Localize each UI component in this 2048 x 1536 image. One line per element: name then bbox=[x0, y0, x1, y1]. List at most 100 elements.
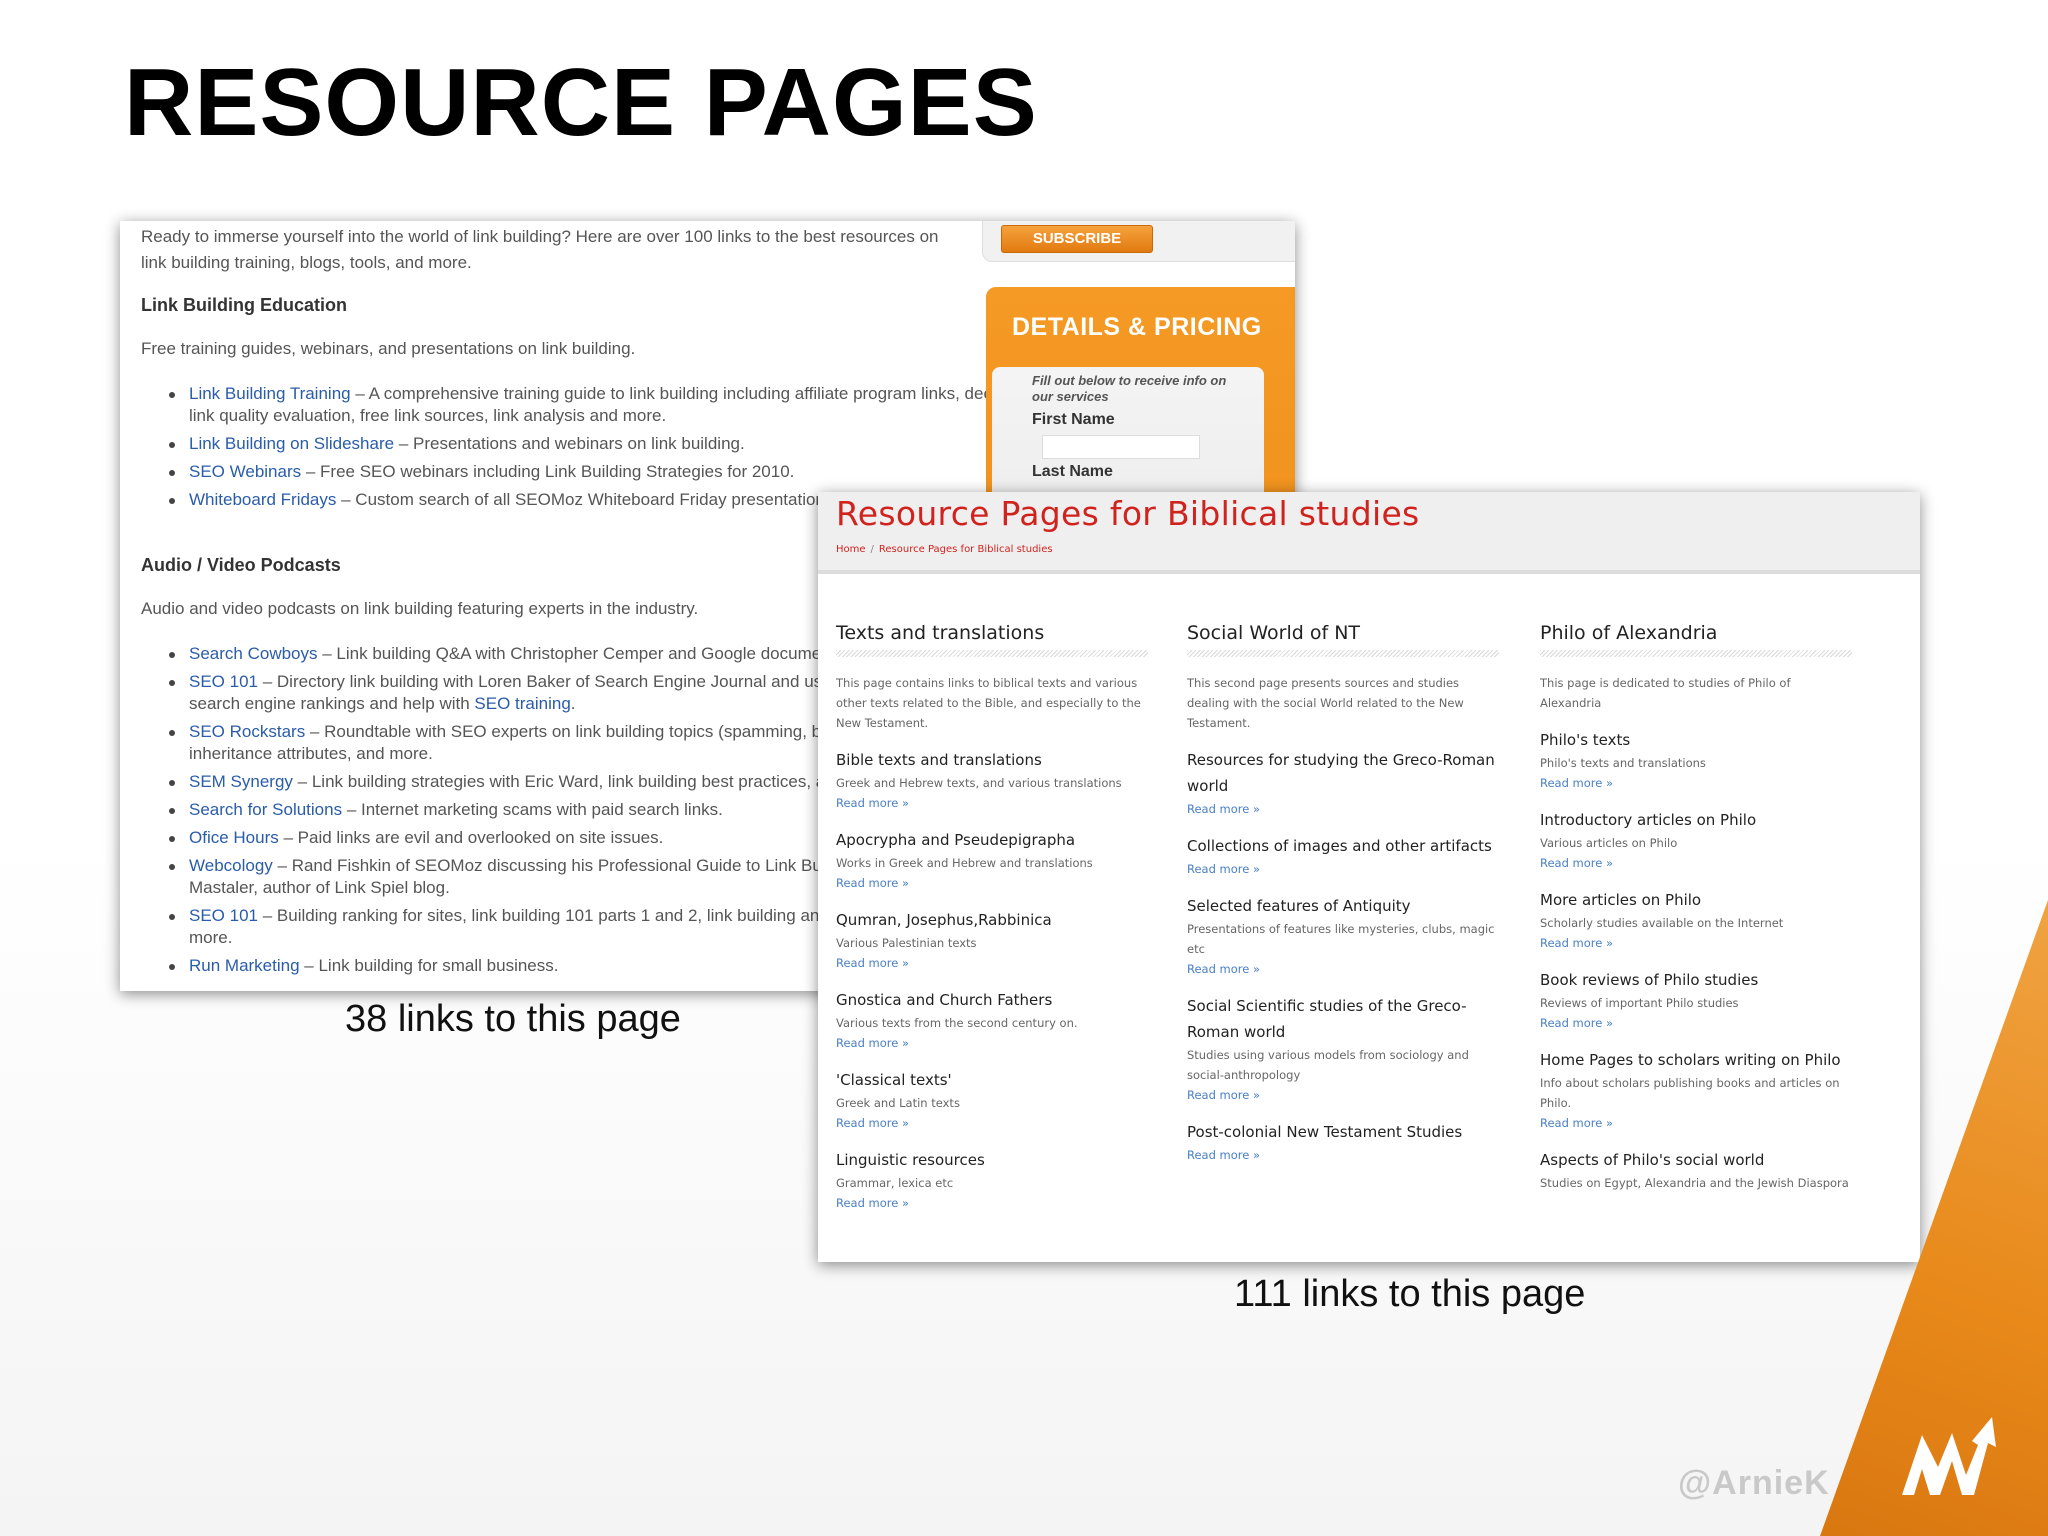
resource-item: Resources for studying the Greco-Roman w… bbox=[1187, 747, 1499, 819]
resource-title[interactable]: Social Scientific studies of the Greco-R… bbox=[1187, 993, 1499, 1045]
resource-title[interactable]: Resources for studying the Greco-Roman w… bbox=[1187, 747, 1499, 799]
resource-description: Presentations of features like mysteries… bbox=[1187, 922, 1495, 956]
caption-right: 111 links to this page bbox=[1234, 1273, 1586, 1315]
page-header: Resource Pages for Biblical studies Home… bbox=[818, 492, 1920, 574]
resource-description: Reviews of important Philo studies bbox=[1540, 996, 1739, 1010]
read-more-link[interactable]: Read more » bbox=[1187, 1085, 1499, 1105]
resource-title[interactable]: Apocrypha and Pseudepigrapha bbox=[836, 827, 1148, 853]
resource-title[interactable]: Gnostica and Church Fathers bbox=[836, 987, 1148, 1013]
resource-title[interactable]: 'Classical texts' bbox=[836, 1067, 1148, 1093]
resource-title[interactable]: Philo's texts bbox=[1540, 727, 1852, 753]
resource-title[interactable]: Book reviews of Philo studies bbox=[1540, 967, 1852, 993]
column-divider bbox=[1187, 650, 1499, 657]
resource-link[interactable]: Search Cowboys bbox=[189, 644, 318, 663]
read-more-link[interactable]: Read more » bbox=[1187, 1145, 1499, 1165]
column-heading: Texts and translations bbox=[836, 622, 1045, 644]
resource-link[interactable]: Link Building Training bbox=[189, 384, 351, 403]
resource-title[interactable]: Introductory articles on Philo bbox=[1540, 807, 1852, 833]
read-more-link[interactable]: Read more » bbox=[836, 793, 1148, 813]
resource-title[interactable]: Linguistic resources bbox=[836, 1147, 1148, 1173]
subscribe-button[interactable]: SUBSCRIBE bbox=[1001, 225, 1153, 253]
resource-title[interactable]: More articles on Philo bbox=[1540, 887, 1852, 913]
resource-item: Home Pages to scholars writing on Philo I… bbox=[1540, 1047, 1852, 1133]
resource-item: Collections of images and other artifact… bbox=[1187, 833, 1499, 879]
list-item: Link Building Training – A comprehensive… bbox=[169, 383, 1069, 427]
item-text: . bbox=[570, 694, 576, 713]
resource-item: More articles on Philo Scholarly studies … bbox=[1540, 887, 1852, 953]
seo-training-link[interactable]: SEO training bbox=[474, 694, 570, 713]
breadcrumb-home[interactable]: Home bbox=[836, 544, 866, 555]
read-more-link[interactable]: Read more » bbox=[1540, 773, 1852, 793]
pricing-title: DETAILS & PRICING bbox=[1012, 313, 1262, 341]
read-more-link[interactable]: Read more » bbox=[836, 1113, 1148, 1133]
item-text: – Paid links are evil and overlooked on … bbox=[278, 828, 664, 847]
resource-description: Works in Greek and Hebrew and translatio… bbox=[836, 856, 1093, 870]
read-more-link[interactable]: Read more » bbox=[836, 1193, 1148, 1213]
breadcrumb-separator: / bbox=[870, 544, 874, 555]
breadcrumb: Home / Resource Pages for Biblical studies bbox=[836, 544, 1053, 555]
resource-link[interactable]: Search for Solutions bbox=[189, 800, 342, 819]
first-name-label: First Name bbox=[1032, 411, 1115, 428]
resource-item: Philo's texts Philo's texts and translati… bbox=[1540, 727, 1852, 793]
slide-title: RESOURCE PAGES bbox=[124, 49, 1038, 156]
section-heading-podcasts: Audio / Video Podcasts bbox=[141, 555, 341, 575]
resource-description: Greek and Hebrew texts, and various tran… bbox=[836, 776, 1122, 790]
resource-item: Introductory articles on Philo Various ar… bbox=[1540, 807, 1852, 873]
resource-description: Info about scholars publishing books and… bbox=[1540, 1076, 1840, 1110]
column-divider bbox=[836, 650, 1148, 657]
read-more-link[interactable]: Read more » bbox=[1540, 1013, 1852, 1033]
read-more-link[interactable]: Read more » bbox=[1187, 959, 1499, 979]
item-text: – Presentations and webinars on link bui… bbox=[394, 434, 745, 453]
breadcrumb-current[interactable]: Resource Pages for Biblical studies bbox=[879, 544, 1053, 555]
resource-title[interactable]: Collections of images and other artifact… bbox=[1187, 833, 1499, 859]
resource-link[interactable]: Link Building on Slideshare bbox=[189, 434, 394, 453]
page-title: Resource Pages for Biblical studies bbox=[836, 494, 1420, 533]
read-more-link[interactable]: Read more » bbox=[836, 1033, 1148, 1053]
item-text: – Link building strategies with Eric War… bbox=[292, 772, 893, 791]
resource-link[interactable]: Webcology bbox=[189, 856, 273, 875]
resource-description: Studies on Egypt, Alexandria and the Jew… bbox=[1540, 1176, 1849, 1190]
read-more-link[interactable]: Read more » bbox=[1540, 853, 1852, 873]
resource-link[interactable]: Whiteboard Fridays bbox=[189, 490, 336, 509]
read-more-link[interactable]: Read more » bbox=[1540, 933, 1852, 953]
resource-item: Gnostica and Church Fathers Various texts… bbox=[836, 987, 1148, 1053]
resource-item: Selected features of Antiquity Presentati… bbox=[1187, 893, 1499, 979]
resource-title[interactable]: Selected features of Antiquity bbox=[1187, 893, 1499, 919]
resource-description: Philo's texts and translations bbox=[1540, 756, 1706, 770]
item-text: – Internet marketing scams with paid sea… bbox=[342, 800, 723, 819]
resource-link[interactable]: Ofice Hours bbox=[189, 828, 279, 847]
column-texts: Texts and translations This page contains… bbox=[836, 620, 1148, 1227]
read-more-link[interactable]: Read more » bbox=[1187, 859, 1499, 879]
resource-item: Linguistic resources Grammar, lexica etc R… bbox=[836, 1147, 1148, 1213]
resource-title[interactable]: Qumran, Josephus,Rabbinica bbox=[836, 907, 1148, 933]
author-handle: @ArnieK bbox=[1678, 1464, 1830, 1502]
intro-text: Ready to immerse yourself into the world… bbox=[141, 227, 939, 272]
read-more-link[interactable]: Read more » bbox=[1187, 799, 1499, 819]
item-text: – Free SEO webinars including Link Build… bbox=[301, 462, 795, 481]
resource-link[interactable]: SEM Synergy bbox=[189, 772, 293, 791]
resource-link[interactable]: SEO Rockstars bbox=[189, 722, 305, 741]
resource-link[interactable]: SEO 101 bbox=[189, 906, 258, 925]
section-desc-education: Free training guides, webinars, and pres… bbox=[141, 339, 636, 358]
read-more-link[interactable]: Read more » bbox=[836, 953, 1148, 973]
column-philo: Philo of Alexandria This page is dedicate… bbox=[1540, 620, 1852, 1207]
resource-title[interactable]: Bible texts and translations bbox=[836, 747, 1148, 773]
resource-title[interactable]: Aspects of Philo's social world bbox=[1540, 1147, 1852, 1173]
resource-title[interactable]: Post-colonial New Testament Studies bbox=[1187, 1119, 1499, 1145]
read-more-link[interactable]: Read more » bbox=[1540, 1113, 1852, 1133]
list-item: Link Building on Slideshare – Presentati… bbox=[169, 433, 1069, 455]
section-desc-podcasts: Audio and video podcasts on link buildin… bbox=[141, 599, 699, 618]
logo-icon bbox=[1902, 1417, 1996, 1495]
resource-link[interactable]: SEO Webinars bbox=[189, 462, 301, 481]
column-description: This second page presents sources and st… bbox=[1187, 676, 1464, 730]
resource-item: 'Classical texts' Greek and Latin texts Re… bbox=[836, 1067, 1148, 1133]
resource-title[interactable]: Home Pages to scholars writing on Philo bbox=[1540, 1047, 1852, 1073]
resource-description: Greek and Latin texts bbox=[836, 1096, 960, 1110]
resource-link[interactable]: Run Marketing bbox=[189, 956, 300, 975]
item-text: – Link building Q&A with Christopher Cem… bbox=[317, 644, 877, 663]
resource-description: Various Palestinian texts bbox=[836, 936, 977, 950]
read-more-link[interactable]: Read more » bbox=[836, 873, 1148, 893]
resource-link[interactable]: SEO 101 bbox=[189, 672, 258, 691]
first-name-field[interactable] bbox=[1042, 435, 1200, 459]
subscribe-box: SUBSCRIBE bbox=[982, 221, 1295, 262]
